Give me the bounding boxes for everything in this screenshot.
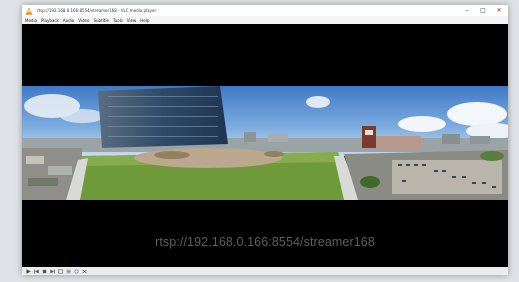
next-icon[interactable] bbox=[49, 268, 55, 274]
minimize-button[interactable]: – bbox=[460, 5, 474, 16]
menu-subtitle[interactable]: Subtitle bbox=[93, 18, 108, 23]
menu-tools[interactable]: Tools bbox=[113, 18, 123, 23]
menu-view[interactable]: View bbox=[127, 18, 137, 23]
vlc-cone-icon bbox=[25, 6, 33, 15]
stream-url-caption: rtsp://192.168.0.166:8554/streamer168 bbox=[155, 235, 375, 249]
close-button[interactable]: ✕ bbox=[492, 5, 506, 16]
menu-video[interactable]: Video bbox=[78, 18, 89, 23]
panorama-frame bbox=[22, 86, 508, 200]
prev-icon[interactable] bbox=[33, 268, 39, 274]
title-bar: rtsp://192.168.0.166:8554/streamer168 - … bbox=[22, 5, 508, 16]
menu-bar: Media Playback Audio Video Subtitle Tool… bbox=[22, 16, 508, 24]
menu-help[interactable]: Help bbox=[140, 18, 149, 23]
menu-media[interactable]: Media bbox=[25, 18, 37, 23]
shuffle-icon[interactable] bbox=[81, 268, 87, 274]
playlist-icon[interactable] bbox=[65, 268, 71, 274]
menu-playback[interactable]: Playback bbox=[41, 18, 59, 23]
vlc-window: rtsp://192.168.0.166:8554/streamer168 - … bbox=[22, 5, 508, 275]
play-icon[interactable] bbox=[25, 268, 31, 274]
stop-icon[interactable] bbox=[41, 268, 47, 274]
menu-audio[interactable]: Audio bbox=[63, 18, 74, 23]
loop-icon[interactable] bbox=[73, 268, 79, 274]
fullscreen-icon[interactable] bbox=[57, 268, 63, 274]
playback-controls bbox=[22, 267, 508, 275]
window-title: rtsp://192.168.0.166:8554/streamer168 - … bbox=[37, 8, 157, 13]
maximize-button[interactable]: □ bbox=[476, 5, 490, 16]
video-area[interactable]: rtsp://192.168.0.166:8554/streamer168 bbox=[22, 24, 508, 267]
